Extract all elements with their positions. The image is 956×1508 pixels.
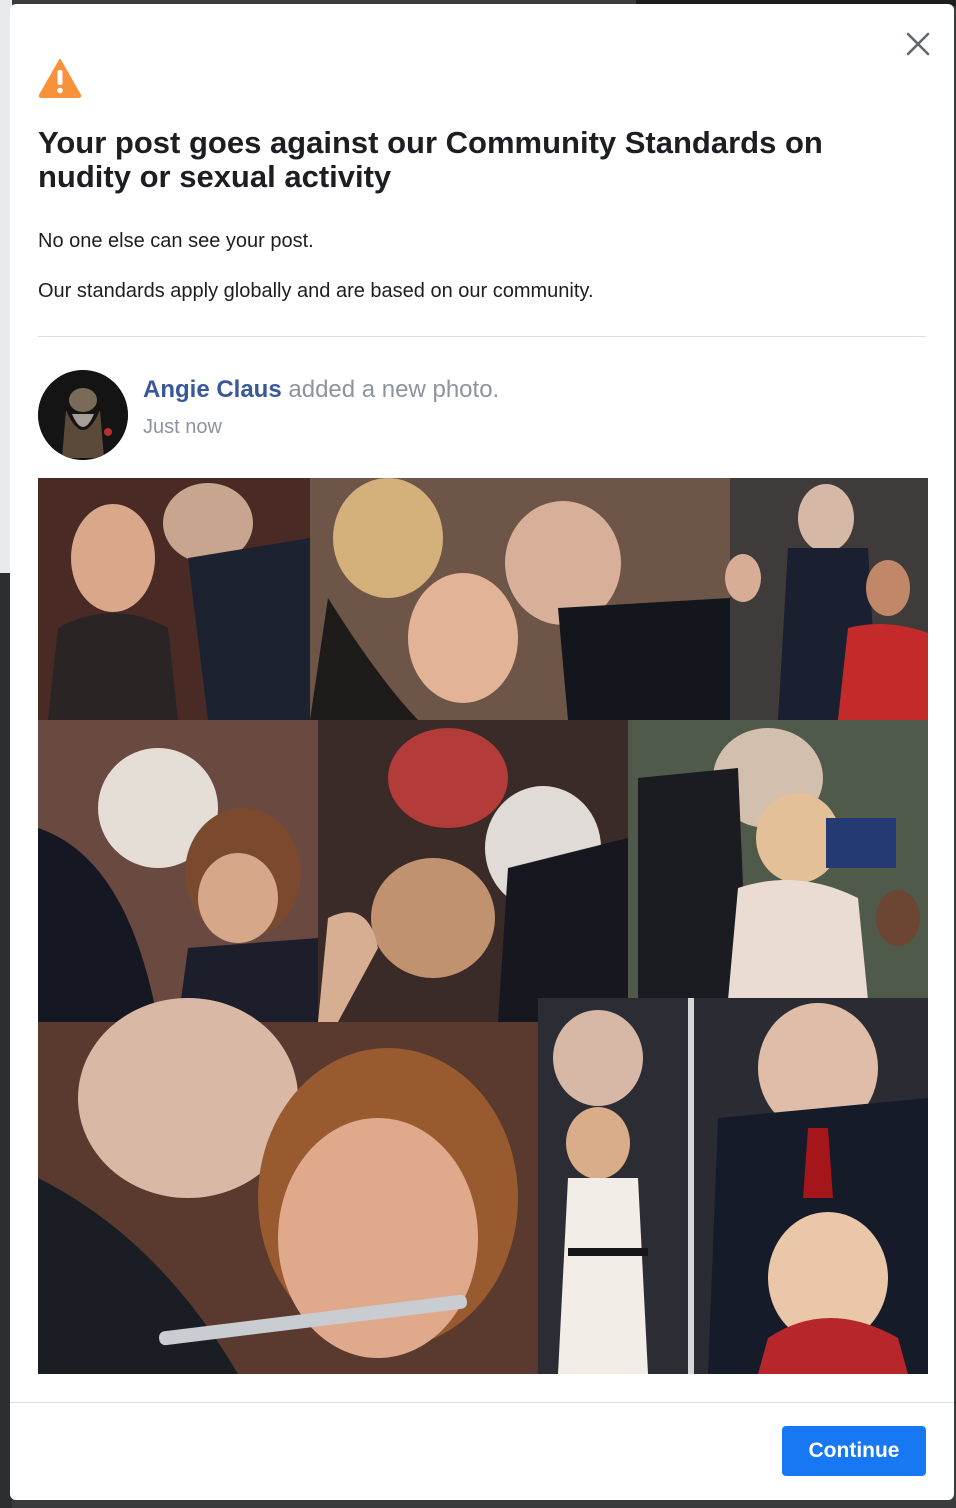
author-link[interactable]: Angie Claus [143,376,282,403]
avatar[interactable] [38,370,128,460]
footer-divider [10,1402,954,1403]
post-action-text: added a new photo. [281,376,500,403]
photo-collage [38,478,928,1374]
divider [38,336,926,337]
post-photo[interactable] [38,478,928,1374]
continue-button[interactable]: Continue [782,1426,926,1476]
standards-notice: Our standards apply globally and are bas… [38,280,594,302]
visibility-notice: No one else can see your post. [38,230,314,252]
warning-icon [38,58,82,98]
close-icon[interactable] [904,30,932,58]
dialog-title: Your post goes against our Community Sta… [38,125,823,194]
post-header: Angie Claus added a new photo. [143,376,499,404]
community-standards-dialog: Your post goes against our Community Sta… [10,4,954,1500]
post-timestamp[interactable]: Just now [143,416,222,439]
